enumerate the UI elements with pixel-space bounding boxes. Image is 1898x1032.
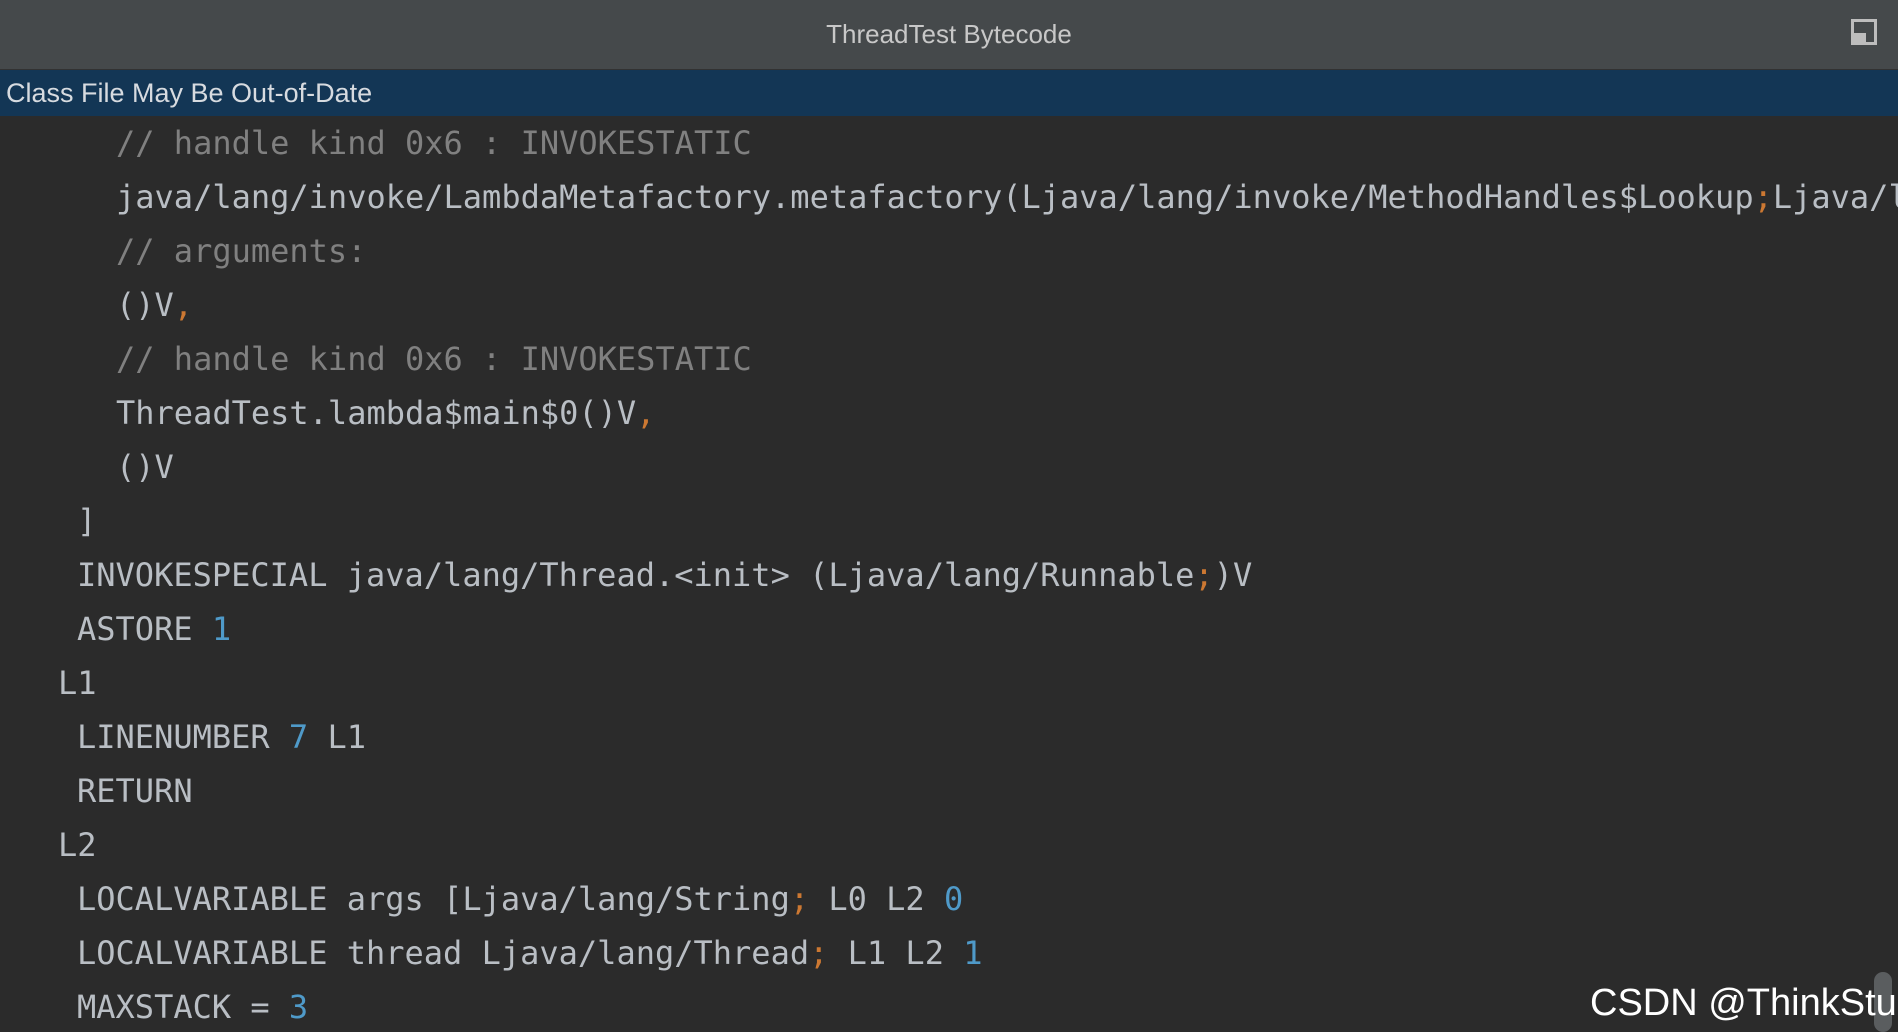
code-token: L0 L2 bbox=[809, 880, 944, 918]
code-token: LOCALVARIABLE thread Ljava/lang/Thread bbox=[77, 934, 810, 972]
code-line: L2 bbox=[58, 818, 97, 872]
code-token: L1 bbox=[308, 718, 366, 756]
window-title: ThreadTest Bytecode bbox=[826, 19, 1072, 49]
code-token: ; bbox=[809, 934, 829, 972]
code-token: ; bbox=[789, 880, 810, 918]
code-token: , bbox=[636, 394, 656, 432]
code-token: // handle kind 0x6 : INVOKESTATIC bbox=[116, 340, 752, 378]
code-token: LOCALVARIABLE args [Ljava/lang/String bbox=[77, 880, 790, 918]
code-line: ()V, bbox=[116, 278, 193, 332]
code-line: // handle kind 0x6 : INVOKESTATIC bbox=[116, 332, 752, 386]
code-token: ; bbox=[1753, 178, 1773, 216]
code-token: ()V bbox=[116, 448, 174, 486]
code-line: LINENUMBER 7 L1 bbox=[77, 710, 366, 764]
title-bar: ThreadTest Bytecode bbox=[0, 0, 1898, 70]
code-token: ; bbox=[1194, 556, 1214, 594]
window-restore-icon[interactable] bbox=[1851, 19, 1877, 45]
code-token: L1 bbox=[58, 664, 97, 702]
code-line: L1 bbox=[58, 656, 97, 710]
code-token: ()V bbox=[116, 286, 174, 324]
code-line: // handle kind 0x6 : INVOKESTATIC bbox=[116, 116, 752, 170]
code-line: ()V bbox=[116, 440, 174, 494]
code-area[interactable]: // handle kind 0x6 : INVOKESTATIC java/la… bbox=[0, 116, 1898, 1032]
code-line: // arguments: bbox=[116, 224, 366, 278]
code-line: INVOKESPECIAL java/lang/Thread.<init> (L… bbox=[77, 548, 1252, 602]
code-token: // arguments: bbox=[116, 232, 367, 270]
code-token: 1 bbox=[211, 610, 232, 648]
code-token: 7 bbox=[288, 718, 309, 756]
code-token: ASTORE bbox=[77, 610, 212, 648]
code-line: ASTORE 1 bbox=[77, 602, 231, 656]
code-line: MAXSTACK = 3 bbox=[77, 980, 308, 1032]
code-token: )V bbox=[1213, 556, 1253, 594]
bytecode-editor[interactable]: // handle kind 0x6 : INVOKESTATIC java/la… bbox=[0, 116, 1898, 1032]
code-line: ] bbox=[77, 494, 96, 548]
code-line: LOCALVARIABLE thread Ljava/lang/Thread; … bbox=[77, 926, 982, 980]
code-token: INVOKESPECIAL java/lang/Thread.<init> (L… bbox=[77, 556, 1195, 594]
code-token: RETURN bbox=[77, 772, 193, 810]
code-token: L2 bbox=[58, 826, 97, 864]
banner-text: Class File May Be Out-of-Date bbox=[6, 78, 373, 108]
code-token: 1 bbox=[963, 934, 983, 972]
code-token: ] bbox=[77, 502, 97, 540]
window-restore-icon-fill bbox=[1854, 33, 1866, 42]
out-of-date-banner: Class File May Be Out-of-Date bbox=[0, 70, 1898, 116]
code-token: LINENUMBER bbox=[77, 718, 289, 756]
watermark: CSDN @ThinkStu bbox=[1590, 982, 1897, 1024]
code-line: RETURN bbox=[77, 764, 193, 818]
code-token: 0 bbox=[943, 880, 964, 918]
code-line: java/lang/invoke/LambdaMetafactory.metaf… bbox=[116, 170, 1898, 224]
code-token: L1 L2 bbox=[828, 934, 964, 972]
code-token: Ljava/l bbox=[1772, 178, 1898, 216]
code-token: java/lang/invoke/LambdaMetafactory.metaf… bbox=[116, 178, 1754, 216]
code-token: // handle kind 0x6 : INVOKESTATIC bbox=[116, 124, 752, 162]
code-token: 3 bbox=[288, 988, 309, 1026]
code-token: MAXSTACK = bbox=[77, 988, 289, 1026]
code-token: , bbox=[173, 286, 194, 324]
code-line: LOCALVARIABLE args [Ljava/lang/String; L… bbox=[77, 872, 963, 926]
code-line: ThreadTest.lambda$main$0()V, bbox=[116, 386, 655, 440]
code-token: ThreadTest.lambda$main$0()V bbox=[116, 394, 637, 432]
